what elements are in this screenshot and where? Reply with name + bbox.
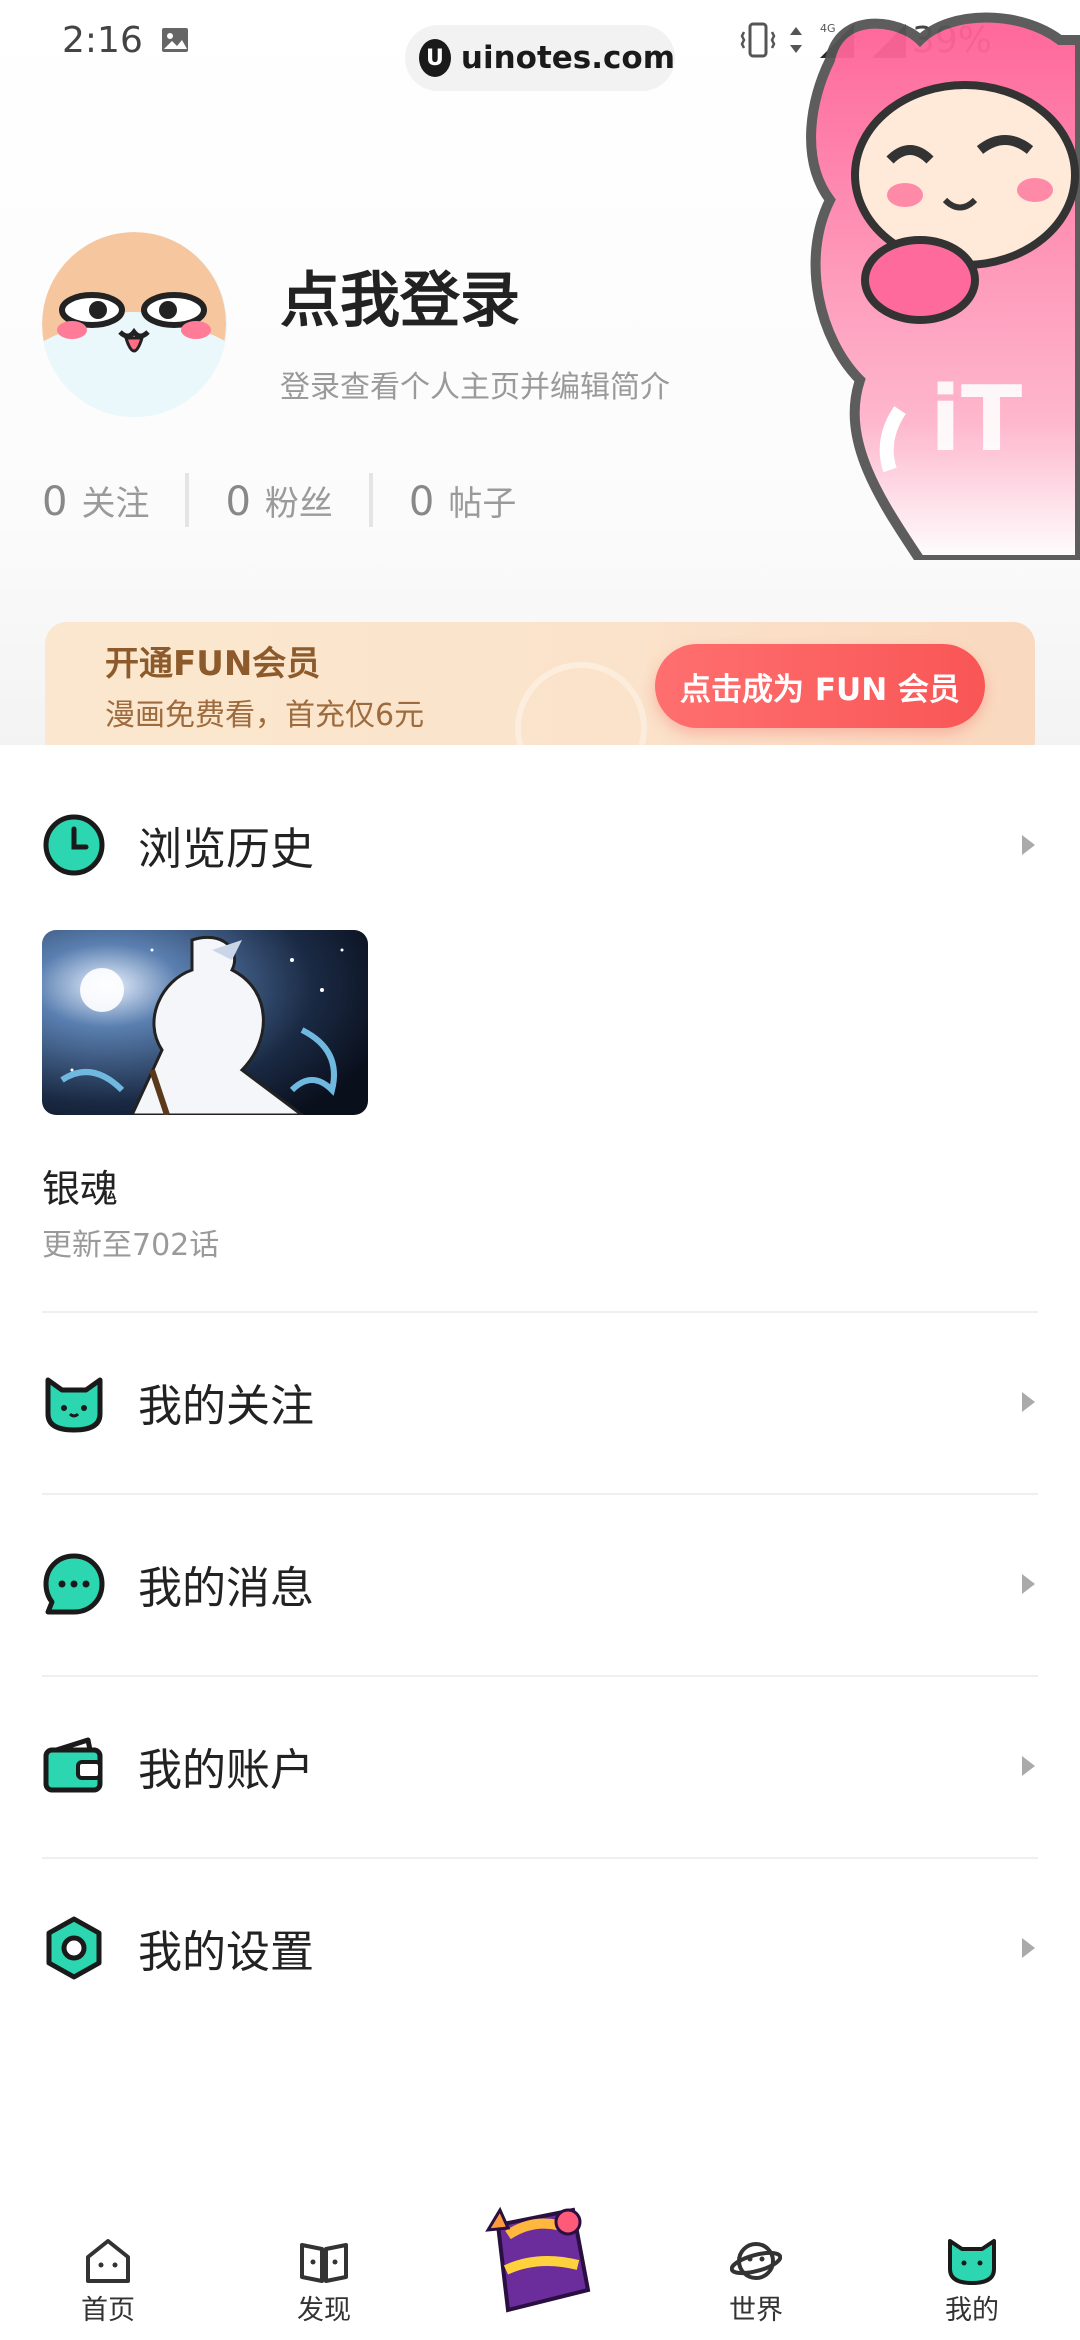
avatar[interactable] <box>42 232 227 417</box>
login-title[interactable]: 点我登录 <box>280 252 520 339</box>
login-subtitle: 登录查看个人主页并编辑简介 <box>280 370 670 405</box>
nav-world-label: 世界 <box>729 2295 783 2326</box>
bottom-nav: 首页 发现 世界 我的 <box>0 2180 1080 2340</box>
vip-subtitle: 漫画免费看，首充仅6元 <box>105 698 425 733</box>
stat-following-count: 0 <box>42 478 68 525</box>
nav-discover-label: 发现 <box>297 2295 351 2326</box>
menu-item-account[interactable]: 我的账户 <box>0 1676 1080 1856</box>
stat-posts[interactable]: 0 帖子 <box>409 476 516 525</box>
uinotes-logo-icon: U <box>419 39 451 77</box>
book-icon <box>300 2243 348 2283</box>
url-text: uinotes.com <box>460 40 675 76</box>
stat-fans-count: 0 <box>225 478 251 525</box>
menu-label-follow: 我的关注 <box>138 1381 314 1432</box>
stat-divider <box>368 473 373 527</box>
image-notification-icon <box>162 28 188 52</box>
menu-item-follow[interactable]: 我的关注 <box>0 1312 1080 1492</box>
profile-menu: 浏览历史 银魂 更新至702话 我的关注 我的消息 我的账户 我的设置 <box>0 745 1080 2145</box>
nav-mine-label: 我的 <box>945 2295 999 2326</box>
clock-icon <box>43 814 105 876</box>
mascot-illustration: iT <box>806 12 1080 560</box>
comic-update: 更新至702话 <box>42 1228 220 1263</box>
stat-fans-label: 粉丝 <box>264 483 333 524</box>
menu-item-messages[interactable]: 我的消息 <box>0 1494 1080 1674</box>
vibrate-icon <box>740 22 776 58</box>
follow-cat-icon <box>45 1377 103 1433</box>
url-badge: U uinotes.com <box>405 25 675 91</box>
status-time: 2:16 <box>62 20 143 61</box>
nav-world[interactable]: 世界 <box>686 2180 826 2340</box>
stat-divider <box>185 473 190 527</box>
stat-posts-label: 帖子 <box>448 483 517 524</box>
vip-title: 开通FUN会员 <box>105 644 321 684</box>
wallet-icon <box>43 1737 103 1793</box>
stat-fans[interactable]: 0 粉丝 <box>225 476 332 525</box>
stat-following[interactable]: 0 关注 <box>42 476 149 525</box>
comic-cover-image[interactable] <box>42 930 368 1115</box>
menu-label-messages: 我的消息 <box>138 1563 314 1614</box>
planet-icon <box>730 2242 782 2280</box>
stat-following-label: 关注 <box>81 483 150 524</box>
chevron-right-icon <box>1022 835 1035 855</box>
menu-item-history[interactable]: 浏览历史 <box>0 745 1080 925</box>
message-bubble-icon <box>43 1553 105 1615</box>
stat-posts-count: 0 <box>408 478 435 525</box>
chevron-right-icon <box>1022 1938 1035 1958</box>
chevron-right-icon <box>1022 1392 1035 1412</box>
nav-mine[interactable]: 我的 <box>902 2180 1042 2340</box>
menu-label-history: 浏览历史 <box>138 824 314 875</box>
chevron-right-icon <box>1022 1756 1035 1776</box>
mine-cat-icon <box>948 2239 996 2285</box>
profile-stats: 0 关注 0 粉丝 0 帖子 <box>42 470 516 530</box>
chevron-right-icon <box>1022 1574 1035 1594</box>
nav-home[interactable]: 首页 <box>38 2180 178 2340</box>
comic-title[interactable]: 银魂 <box>42 1158 118 1213</box>
menu-label-settings: 我的设置 <box>138 1927 314 1978</box>
svg-text:iT: iT <box>930 367 1022 472</box>
menu-label-account: 我的账户 <box>138 1745 314 1796</box>
nav-home-label: 首页 <box>81 2295 135 2326</box>
home-icon <box>86 2239 130 2283</box>
settings-hexagon-icon <box>46 1916 102 1980</box>
become-vip-button[interactable]: 点击成为 FUN 会员 <box>655 644 985 728</box>
promo-gift-icon[interactable] <box>478 2200 598 2320</box>
menu-item-settings[interactable]: 我的设置 <box>0 1858 1080 2038</box>
profile-header: 2:16 U uinotes.com 4G iT 点我登录 登录查看个人主页并编… <box>0 0 1080 745</box>
vip-banner[interactable]: 开通FUN会员 漫画免费看，首充仅6元 点击成为 FUN 会员 <box>45 622 1035 745</box>
nav-discover[interactable]: 发现 <box>254 2180 394 2340</box>
